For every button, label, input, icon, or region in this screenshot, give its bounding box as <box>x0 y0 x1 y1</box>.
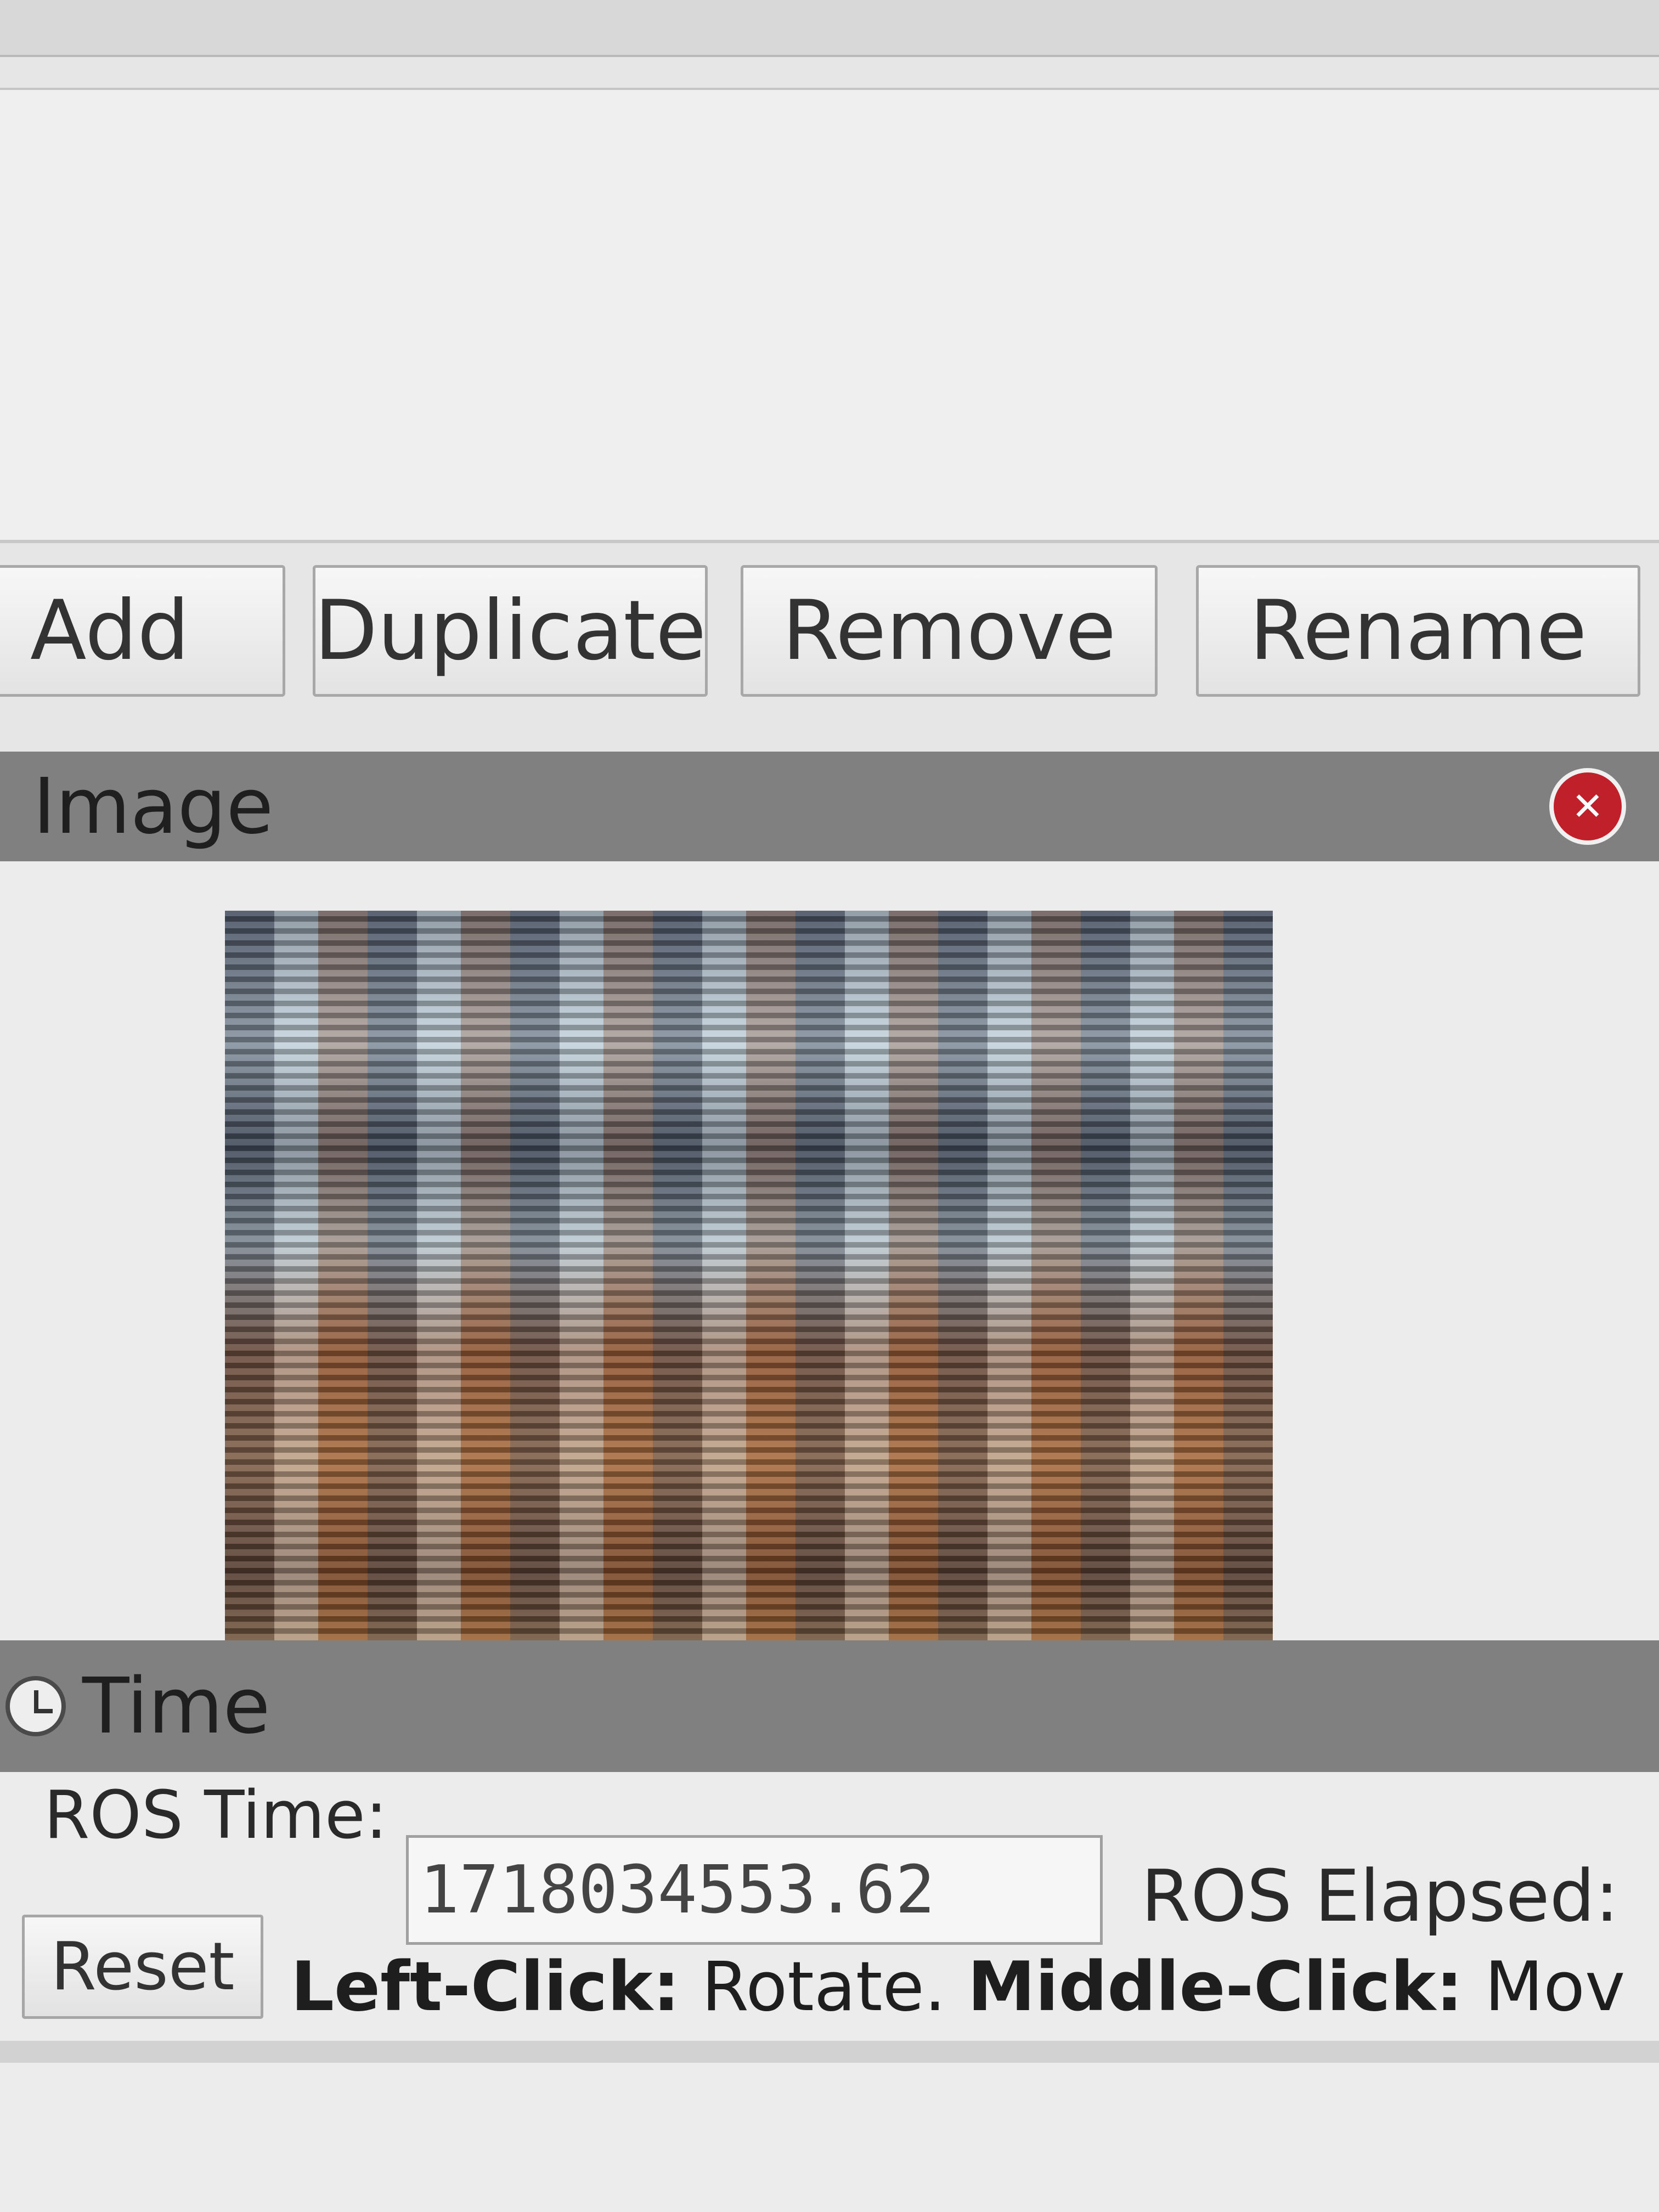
reset-button[interactable]: Reset <box>22 1915 263 2019</box>
bottom-edge <box>0 2041 1659 2063</box>
add-button[interactable]: Add <box>0 565 285 697</box>
status-hint: Left-Click: Rotate. Middle-Click: Mov <box>291 1948 1659 2027</box>
left-click-action: Rotate. <box>701 1948 946 2027</box>
middle-click-action: Mov <box>1485 1948 1626 2027</box>
time-panel-title: Time <box>82 1661 270 1751</box>
duplicate-button[interactable]: Duplicate <box>313 565 708 697</box>
ros-elapsed-label: ROS Elapsed: <box>1141 1854 1619 1938</box>
left-click-key: Left-Click: <box>291 1948 680 2027</box>
display-list-area[interactable] <box>0 88 1659 543</box>
close-icon[interactable]: ✕ <box>1549 768 1626 845</box>
image-panel-body <box>0 861 1659 1646</box>
camera-image <box>225 911 1273 1646</box>
time-panel-header: Time <box>0 1640 1659 1772</box>
image-panel-title: Image <box>33 761 274 851</box>
clock-icon <box>5 1676 66 1736</box>
ros-time-label: ROS Time: <box>44 1778 388 1854</box>
rename-button[interactable]: Rename <box>1196 565 1640 697</box>
top-panel-edge <box>0 0 1659 57</box>
image-panel-header: Image ✕ <box>0 752 1659 861</box>
ros-time-field[interactable] <box>406 1835 1103 1945</box>
middle-click-key: Middle-Click: <box>967 1948 1463 2027</box>
remove-button[interactable]: Remove <box>741 565 1158 697</box>
